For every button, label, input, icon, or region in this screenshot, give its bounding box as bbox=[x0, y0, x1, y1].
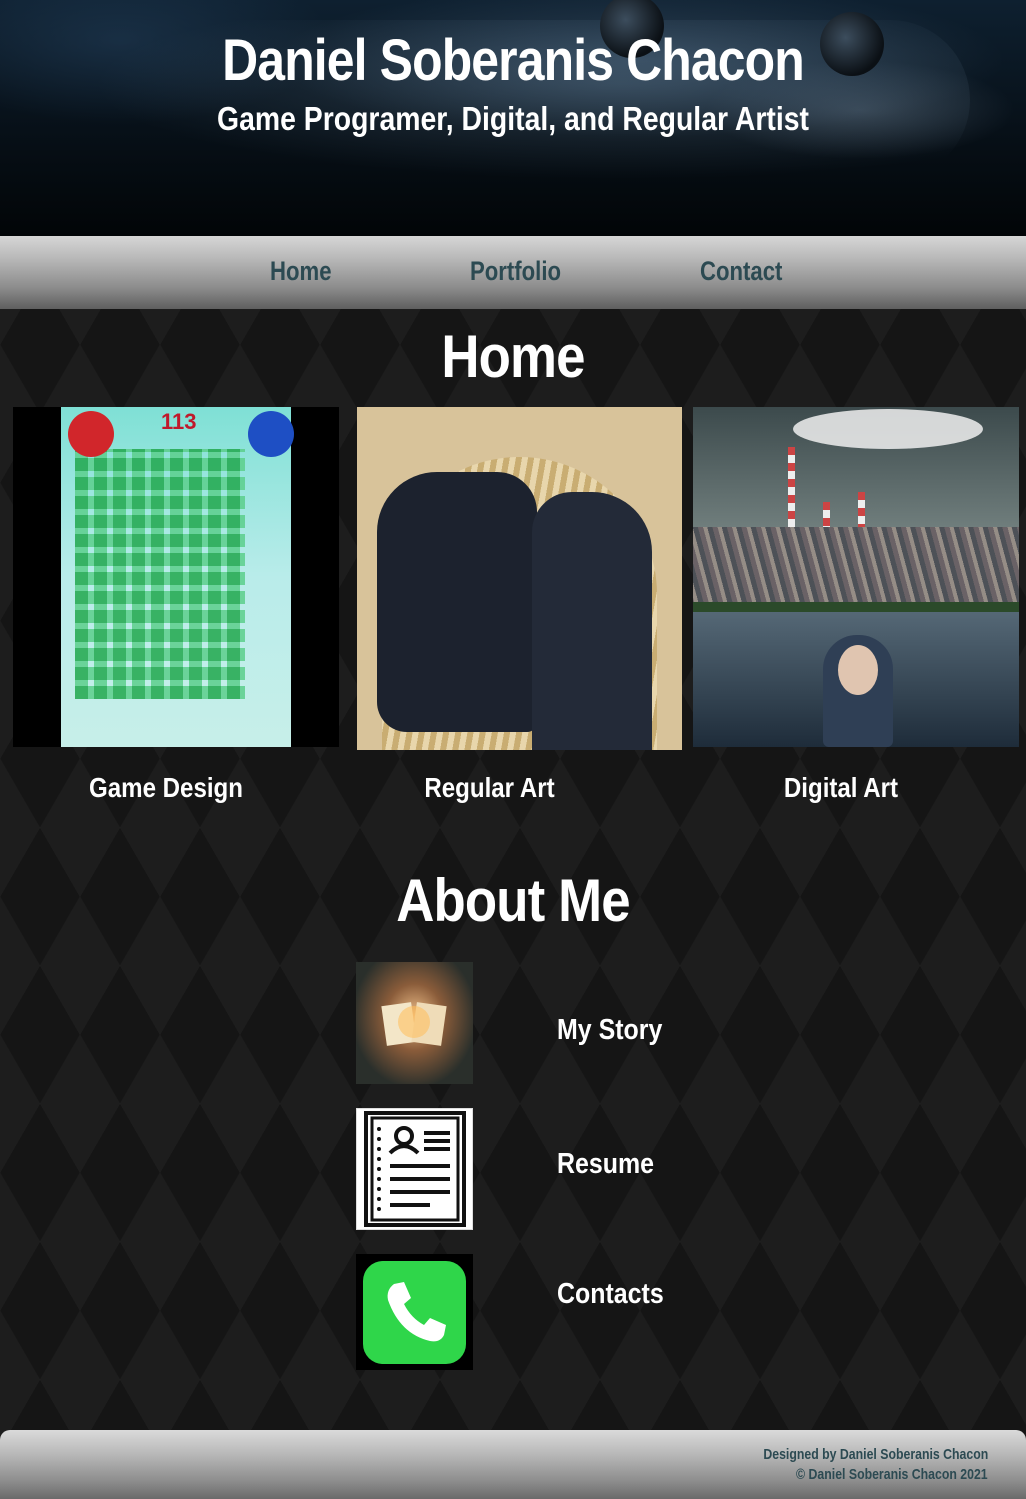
about-item-my-story[interactable]: My Story bbox=[356, 962, 696, 1084]
game-score: 113 bbox=[161, 409, 197, 434]
resume-document-icon bbox=[364, 1111, 466, 1227]
about-heading: About Me bbox=[396, 867, 630, 934]
hero-banner: Daniel Soberanis Chacon Game Programer, … bbox=[0, 0, 1026, 236]
smoke bbox=[793, 409, 983, 449]
game-tile-grid bbox=[75, 449, 245, 699]
main-nav: Home Portfolio Contact bbox=[0, 236, 1026, 309]
home-heading: Home bbox=[441, 323, 585, 390]
about-item-contacts[interactable]: Contacts bbox=[356, 1254, 696, 1370]
nav-home-link[interactable]: Home bbox=[270, 256, 332, 287]
regular-art-thumbnail[interactable] bbox=[357, 407, 682, 750]
nav-contact-link[interactable]: Contact bbox=[700, 256, 782, 287]
site-title: Daniel Soberanis Chacon bbox=[222, 28, 805, 93]
my-story-label[interactable]: My Story bbox=[557, 1014, 662, 1047]
open-book-icon bbox=[356, 962, 473, 1084]
about-item-resume[interactable]: Resume bbox=[356, 1108, 696, 1230]
phone-icon bbox=[363, 1261, 466, 1364]
smokestack bbox=[788, 447, 795, 537]
red-player-icon bbox=[68, 411, 114, 457]
site-tagline: Game Programer, Digital, and Regular Art… bbox=[217, 100, 809, 137]
nav-portfolio-link[interactable]: Portfolio bbox=[470, 256, 561, 287]
silhouette-figure bbox=[532, 492, 652, 750]
open-book-icon bbox=[381, 1002, 447, 1046]
phone-icon bbox=[356, 1254, 473, 1370]
regular-art-label[interactable]: Regular Art bbox=[376, 772, 604, 804]
digital-art-thumbnail[interactable] bbox=[693, 407, 1019, 747]
site-footer: Designed by Daniel Soberanis Chacon © Da… bbox=[0, 1430, 1026, 1499]
game-design-thumbnail[interactable]: 113 bbox=[13, 407, 339, 747]
resume-document-icon bbox=[356, 1108, 473, 1230]
footer-designed-by: Designed by Daniel Soberanis Chacon bbox=[763, 1446, 988, 1463]
game-design-label[interactable]: Game Design bbox=[34, 772, 297, 804]
footer-copyright: © Daniel Soberanis Chacon 2021 bbox=[796, 1466, 988, 1483]
resume-label[interactable]: Resume bbox=[557, 1148, 654, 1181]
blue-player-icon bbox=[248, 411, 294, 457]
contacts-label[interactable]: Contacts bbox=[557, 1278, 664, 1311]
silhouette-figure bbox=[377, 472, 537, 732]
digital-art-label[interactable]: Digital Art bbox=[714, 772, 969, 804]
masked-face bbox=[838, 645, 878, 695]
